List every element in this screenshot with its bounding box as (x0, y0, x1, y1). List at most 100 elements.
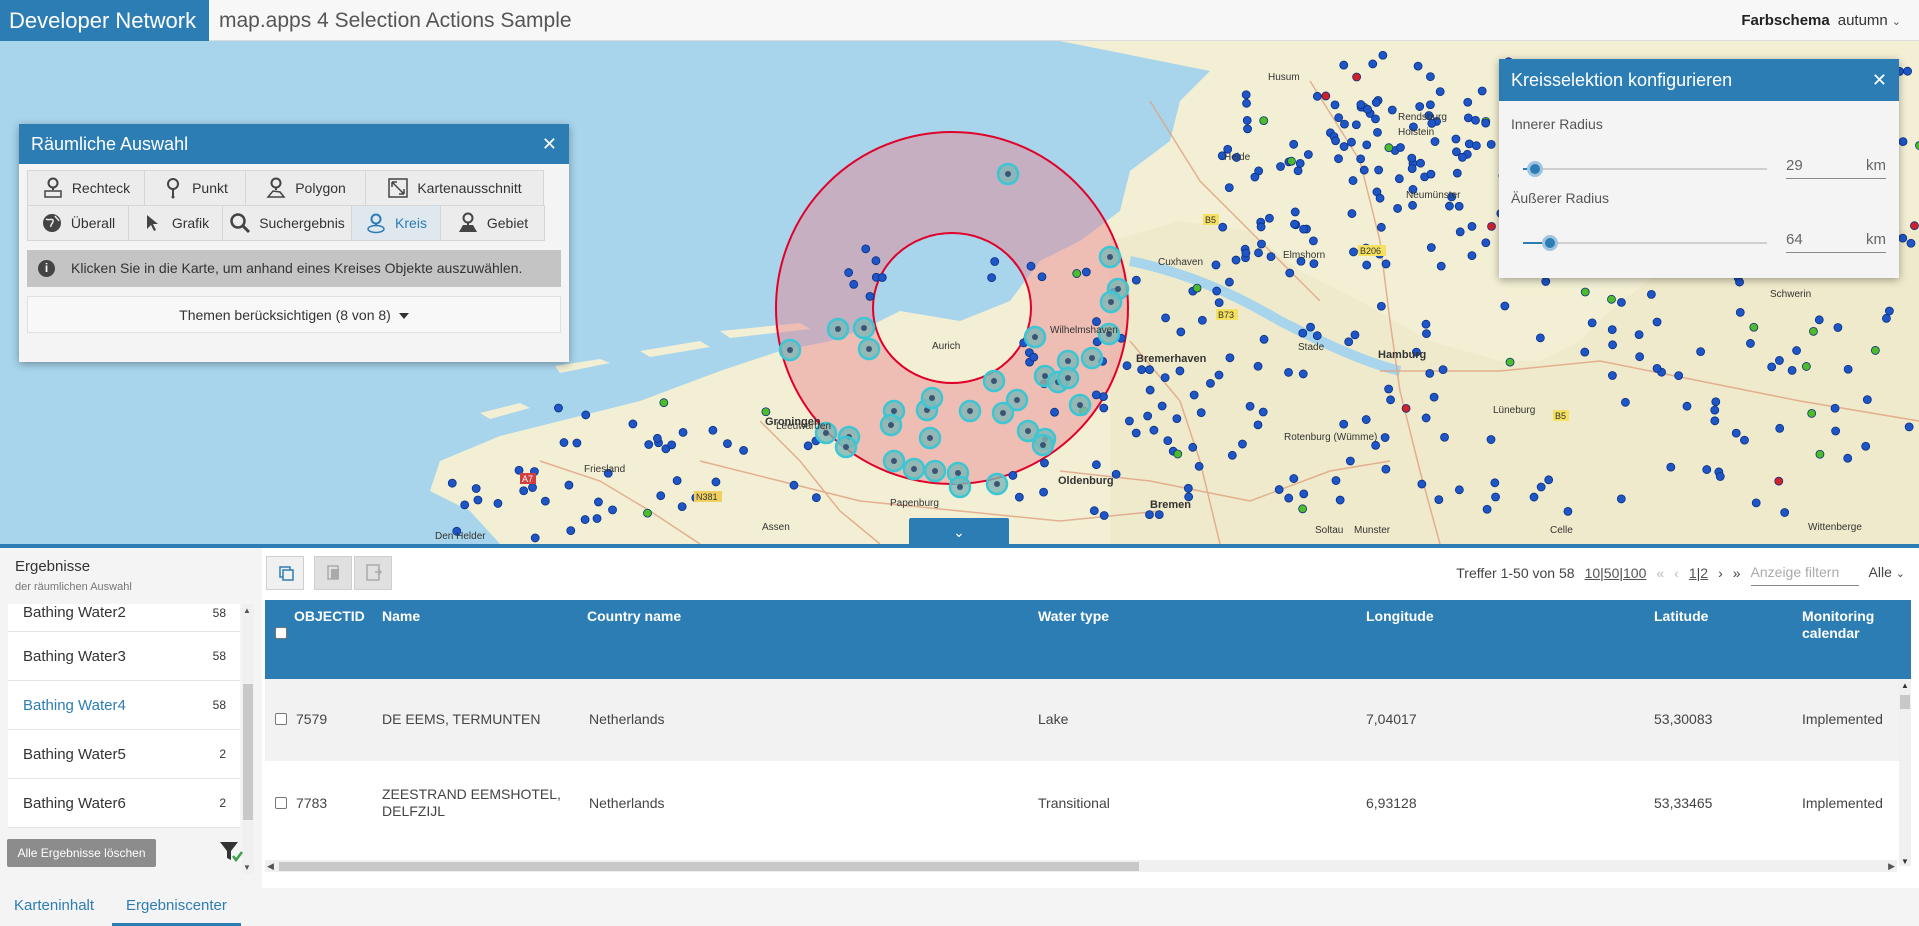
bathing-water-point[interactable] (1029, 352, 1039, 362)
bathing-water-point[interactable] (1293, 166, 1303, 176)
bathing-water-point[interactable] (1347, 137, 1356, 147)
bathing-water-point[interactable] (1306, 322, 1315, 332)
bathing-water-point[interactable] (1356, 154, 1366, 164)
selected-point[interactable] (1014, 397, 1020, 403)
bathing-water-point[interactable] (1373, 127, 1382, 137)
filter-scope-select[interactable]: Alle ⌄ (1869, 555, 1905, 591)
bathing-water-point[interactable] (1438, 365, 1448, 375)
selected-point[interactable] (1089, 355, 1095, 361)
bathing-water-point[interactable] (1898, 137, 1908, 146)
bathing-water-point[interactable] (1481, 238, 1491, 248)
bathing-water-point[interactable] (628, 419, 638, 429)
selected-point[interactable] (888, 422, 894, 428)
bathing-water-point[interactable] (1361, 415, 1371, 424)
selected-point[interactable] (1107, 254, 1113, 260)
slider-handle[interactable] (1541, 235, 1558, 251)
bathing-water-point[interactable] (1430, 137, 1440, 146)
column-header-name[interactable]: Name (382, 608, 420, 625)
bathing-water-point[interactable] (789, 480, 799, 490)
bathing-water-point[interactable] (1194, 461, 1204, 471)
bathing-water-point[interactable] (1172, 414, 1182, 424)
tool-gebiet[interactable]: Gebiet (440, 205, 545, 241)
bathing-water-point[interactable] (1014, 492, 1024, 502)
copy-button[interactable] (266, 556, 304, 590)
bathing-water-point[interactable] (1416, 158, 1425, 168)
bathing-water-point[interactable] (1807, 408, 1817, 418)
tool-ueberall[interactable]: Überall (27, 205, 129, 241)
bathing-water-point[interactable] (1393, 204, 1402, 213)
bathing-water-point[interactable] (711, 477, 721, 487)
bathing-water-point[interactable] (1413, 61, 1423, 71)
bathing-water-point[interactable] (1242, 98, 1251, 108)
bathing-water-point[interactable] (1175, 366, 1185, 376)
bathing-water-point[interactable] (1371, 98, 1381, 107)
brand-logo[interactable]: Developer Network (0, 0, 209, 41)
bathing-water-point[interactable] (1464, 139, 1474, 149)
bathing-water-point[interactable] (554, 403, 563, 413)
bathing-water-point[interactable] (1457, 152, 1467, 162)
bathing-water-point[interactable] (1238, 439, 1247, 449)
bathing-water-point[interactable] (1635, 352, 1645, 362)
bathing-water-point[interactable] (1580, 287, 1590, 297)
bathing-water-point[interactable] (1774, 476, 1784, 486)
scroll-up-icon[interactable]: ▲ (243, 606, 251, 615)
themes-dropdown[interactable]: Themen berücksichtigen (8 von 8) (27, 296, 561, 333)
selected-point[interactable] (991, 378, 997, 384)
column-header-water-type[interactable]: Water type (1038, 608, 1109, 625)
bathing-water-point[interactable] (1425, 368, 1435, 378)
bathing-water-point[interactable] (739, 445, 749, 455)
bathing-water-point[interactable] (572, 438, 582, 448)
bathing-water-point[interactable] (1225, 353, 1235, 363)
bathing-water-point[interactable] (1099, 392, 1108, 401)
bathing-water-point[interactable] (1749, 322, 1759, 332)
selected-point[interactable] (929, 395, 935, 401)
bathing-water-point[interactable] (1775, 423, 1785, 433)
bathing-water-point[interactable] (1245, 401, 1255, 411)
bathing-water-point[interactable] (1833, 323, 1843, 332)
bathing-water-point[interactable] (803, 441, 813, 451)
page-size-10[interactable]: 10 (1585, 565, 1601, 581)
bathing-water-point[interactable] (1349, 247, 1358, 257)
tool-polygon[interactable]: Polygon (245, 170, 366, 206)
bathing-water-point[interactable] (1381, 259, 1391, 269)
bathing-water-point[interactable] (1334, 113, 1344, 123)
bathing-water-point[interactable] (1454, 485, 1464, 495)
bathing-water-point[interactable] (1008, 471, 1018, 480)
tool-rechteck[interactable]: Rechteck (27, 170, 145, 206)
close-icon[interactable]: ✕ (542, 124, 557, 164)
scheme-value[interactable]: autumn (1838, 12, 1888, 29)
bathing-water-point[interactable] (1299, 489, 1309, 499)
bathing-water-point[interactable] (1321, 91, 1331, 101)
bathing-water-point[interactable] (844, 268, 854, 277)
bathing-water-point[interactable] (1089, 506, 1099, 516)
bathing-water-point[interactable] (643, 508, 652, 518)
bathing-water-point[interactable] (1426, 243, 1436, 252)
bathing-water-point[interactable] (1290, 207, 1300, 217)
bathing-water-point[interactable] (1608, 371, 1617, 380)
selected-point[interactable] (1000, 410, 1006, 416)
bathing-water-point[interactable] (1299, 224, 1309, 234)
bathing-water-point[interactable] (1161, 313, 1170, 323)
selected-point[interactable] (1025, 428, 1031, 434)
bathing-water-point[interactable] (1435, 87, 1445, 97)
bathing-water-point[interactable] (1767, 362, 1777, 372)
bathing-water-point[interactable] (1145, 365, 1154, 375)
bathing-water-point[interactable] (1363, 104, 1372, 114)
bathing-water-point[interactable] (1344, 337, 1354, 347)
bathing-water-point[interactable] (1467, 251, 1477, 261)
bathing-water-point[interactable] (1253, 361, 1263, 371)
bathing-water-point[interactable] (1434, 495, 1444, 505)
scroll-down-icon[interactable]: ▼ (243, 863, 251, 872)
selected-point[interactable] (843, 444, 849, 450)
bathing-water-point[interactable] (540, 496, 550, 506)
bathing-water-point[interactable] (1265, 213, 1274, 223)
results-list-scrollbar[interactable]: ▲ ▼ (242, 604, 254, 874)
bathing-water-point[interactable] (723, 439, 732, 449)
bathing-water-point[interactable] (1339, 60, 1349, 70)
bathing-water-point[interactable] (1384, 143, 1394, 153)
bathing-water-point[interactable] (1242, 115, 1252, 125)
close-icon[interactable]: ✕ (1872, 59, 1887, 101)
list-item[interactable]: Bathing Water2 58 (8, 604, 240, 632)
bathing-water-point[interactable] (1376, 222, 1386, 232)
bathing-water-point[interactable] (659, 398, 669, 408)
